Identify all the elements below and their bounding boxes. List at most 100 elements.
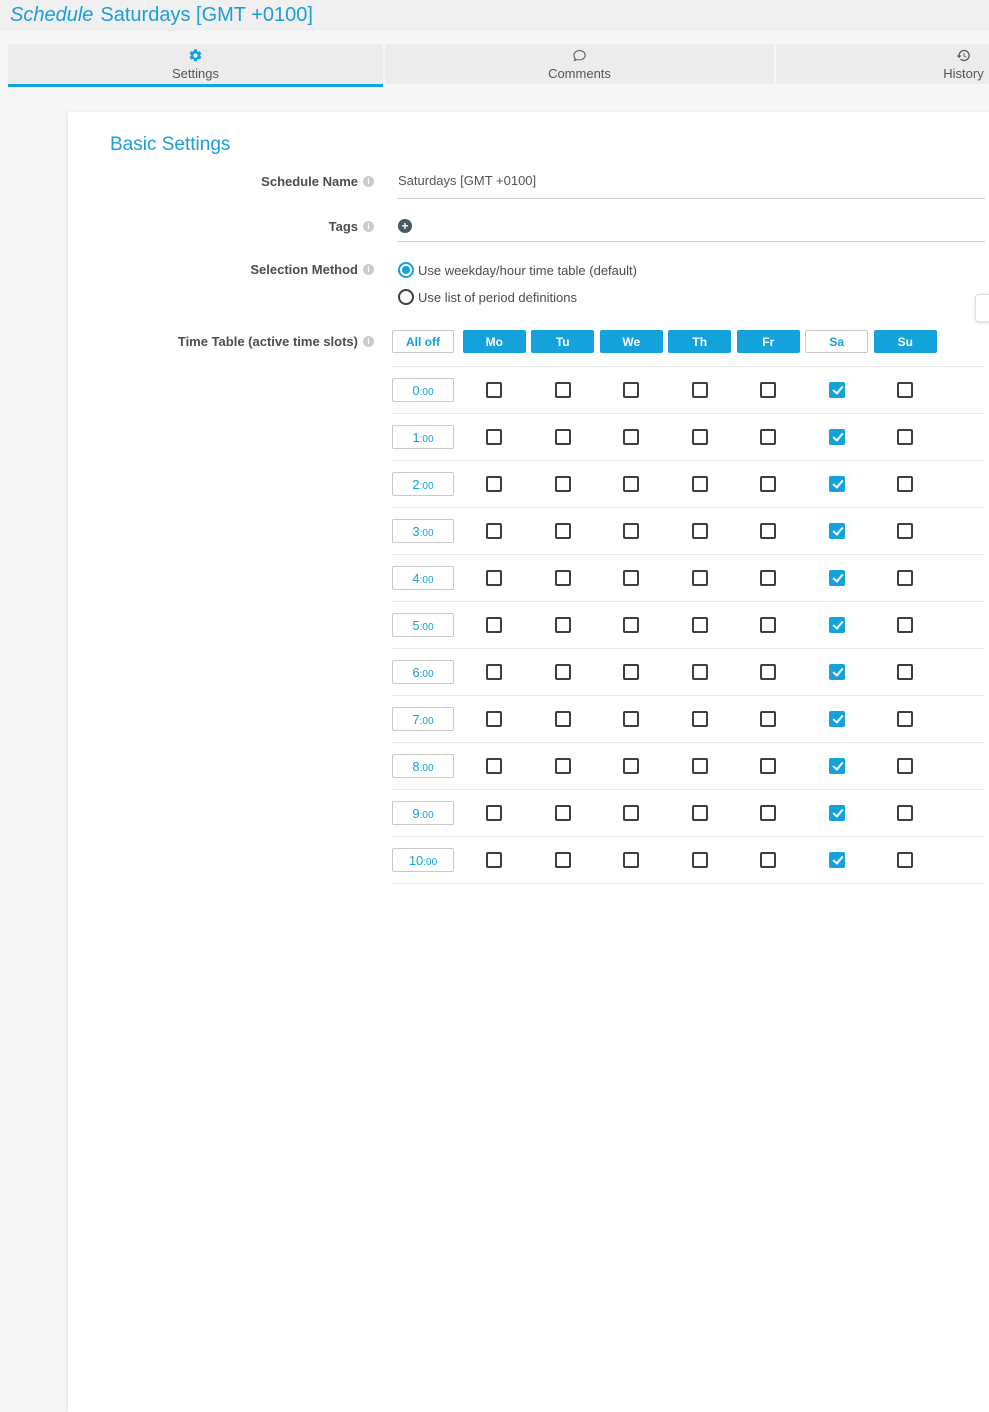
day-header-button-mo[interactable]: Mo: [463, 330, 526, 353]
checkbox-we-6-00[interactable]: [623, 664, 639, 680]
checkbox-tu-0-00[interactable]: [555, 382, 571, 398]
tab-history[interactable]: History: [776, 44, 989, 84]
checkbox-mo-9-00[interactable]: [486, 805, 502, 821]
checkbox-su-8-00[interactable]: [897, 758, 913, 774]
checkbox-we-0-00[interactable]: [623, 382, 639, 398]
checkbox-fr-3-00[interactable]: [760, 523, 776, 539]
checkbox-we-7-00[interactable]: [623, 711, 639, 727]
day-header-button-we[interactable]: We: [600, 330, 663, 353]
checkbox-we-3-00[interactable]: [623, 523, 639, 539]
hour-button-0-00[interactable]: 0:00: [392, 378, 454, 402]
checkbox-we-1-00[interactable]: [623, 429, 639, 445]
checkbox-th-9-00[interactable]: [692, 805, 708, 821]
day-header-button-sa[interactable]: Sa: [805, 330, 868, 353]
hour-button-5-00[interactable]: 5:00: [392, 613, 454, 637]
checkbox-sa-9-00[interactable]: [829, 805, 845, 821]
checkbox-th-8-00[interactable]: [692, 758, 708, 774]
checkbox-tu-3-00[interactable]: [555, 523, 571, 539]
info-icon[interactable]: i: [363, 336, 374, 347]
checkbox-su-2-00[interactable]: [897, 476, 913, 492]
hour-button-1-00[interactable]: 1:00: [392, 425, 454, 449]
checkbox-sa-1-00[interactable]: [829, 429, 845, 445]
checkbox-th-10-00[interactable]: [692, 852, 708, 868]
checkbox-tu-1-00[interactable]: [555, 429, 571, 445]
hour-button-8-00[interactable]: 8:00: [392, 754, 454, 778]
hour-button-7-00[interactable]: 7:00: [392, 707, 454, 731]
day-header-button-su[interactable]: Su: [874, 330, 937, 353]
checkbox-mo-4-00[interactable]: [486, 570, 502, 586]
day-header-button-tu[interactable]: Tu: [531, 330, 594, 353]
checkbox-mo-3-00[interactable]: [486, 523, 502, 539]
checkbox-sa-8-00[interactable]: [829, 758, 845, 774]
checkbox-fr-10-00[interactable]: [760, 852, 776, 868]
checkbox-sa-3-00[interactable]: [829, 523, 845, 539]
checkbox-th-7-00[interactable]: [692, 711, 708, 727]
checkbox-sa-5-00[interactable]: [829, 617, 845, 633]
checkbox-sa-0-00[interactable]: [829, 382, 845, 398]
info-icon[interactable]: i: [363, 221, 374, 232]
checkbox-sa-7-00[interactable]: [829, 711, 845, 727]
checkbox-mo-2-00[interactable]: [486, 476, 502, 492]
checkbox-we-4-00[interactable]: [623, 570, 639, 586]
checkbox-mo-10-00[interactable]: [486, 852, 502, 868]
checkbox-fr-6-00[interactable]: [760, 664, 776, 680]
checkbox-fr-8-00[interactable]: [760, 758, 776, 774]
day-header-button-fr[interactable]: Fr: [737, 330, 800, 353]
checkbox-mo-7-00[interactable]: [486, 711, 502, 727]
checkbox-we-8-00[interactable]: [623, 758, 639, 774]
schedule-name-input[interactable]: [398, 172, 985, 198]
hour-button-3-00[interactable]: 3:00: [392, 519, 454, 543]
checkbox-th-6-00[interactable]: [692, 664, 708, 680]
checkbox-fr-2-00[interactable]: [760, 476, 776, 492]
checkbox-sa-2-00[interactable]: [829, 476, 845, 492]
checkbox-fr-1-00[interactable]: [760, 429, 776, 445]
hour-button-2-00[interactable]: 2:00: [392, 472, 454, 496]
checkbox-we-9-00[interactable]: [623, 805, 639, 821]
day-header-button-th[interactable]: Th: [668, 330, 731, 353]
checkbox-we-5-00[interactable]: [623, 617, 639, 633]
radio-option-period-list[interactable]: Use list of period definitions: [398, 289, 985, 305]
checkbox-mo-8-00[interactable]: [486, 758, 502, 774]
info-icon[interactable]: i: [363, 264, 374, 275]
checkbox-tu-2-00[interactable]: [555, 476, 571, 492]
all-off-button[interactable]: All off: [392, 330, 454, 353]
checkbox-we-2-00[interactable]: [623, 476, 639, 492]
checkbox-tu-4-00[interactable]: [555, 570, 571, 586]
checkbox-we-10-00[interactable]: [623, 852, 639, 868]
checkbox-th-2-00[interactable]: [692, 476, 708, 492]
checkbox-fr-0-00[interactable]: [760, 382, 776, 398]
checkbox-tu-8-00[interactable]: [555, 758, 571, 774]
checkbox-su-1-00[interactable]: [897, 429, 913, 445]
checkbox-tu-6-00[interactable]: [555, 664, 571, 680]
checkbox-th-4-00[interactable]: [692, 570, 708, 586]
checkbox-mo-5-00[interactable]: [486, 617, 502, 633]
tab-comments[interactable]: Comments: [385, 44, 774, 84]
radio-option-timetable[interactable]: Use weekday/hour time table (default): [398, 262, 985, 278]
checkbox-th-5-00[interactable]: [692, 617, 708, 633]
checkbox-su-0-00[interactable]: [897, 382, 913, 398]
checkbox-tu-5-00[interactable]: [555, 617, 571, 633]
hour-button-9-00[interactable]: 9:00: [392, 801, 454, 825]
checkbox-th-3-00[interactable]: [692, 523, 708, 539]
checkbox-fr-7-00[interactable]: [760, 711, 776, 727]
info-icon[interactable]: i: [363, 176, 374, 187]
hour-button-6-00[interactable]: 6:00: [392, 660, 454, 684]
checkbox-su-10-00[interactable]: [897, 852, 913, 868]
checkbox-sa-4-00[interactable]: [829, 570, 845, 586]
checkbox-tu-9-00[interactable]: [555, 805, 571, 821]
checkbox-mo-1-00[interactable]: [486, 429, 502, 445]
checkbox-sa-6-00[interactable]: [829, 664, 845, 680]
checkbox-su-9-00[interactable]: [897, 805, 913, 821]
checkbox-fr-9-00[interactable]: [760, 805, 776, 821]
checkbox-sa-10-00[interactable]: [829, 852, 845, 868]
side-panel-handle[interactable]: [975, 294, 989, 322]
checkbox-fr-5-00[interactable]: [760, 617, 776, 633]
checkbox-tu-10-00[interactable]: [555, 852, 571, 868]
checkbox-mo-0-00[interactable]: [486, 382, 502, 398]
checkbox-mo-6-00[interactable]: [486, 664, 502, 680]
checkbox-su-5-00[interactable]: [897, 617, 913, 633]
hour-button-4-00[interactable]: 4:00: [392, 566, 454, 590]
checkbox-tu-7-00[interactable]: [555, 711, 571, 727]
checkbox-su-6-00[interactable]: [897, 664, 913, 680]
checkbox-th-1-00[interactable]: [692, 429, 708, 445]
